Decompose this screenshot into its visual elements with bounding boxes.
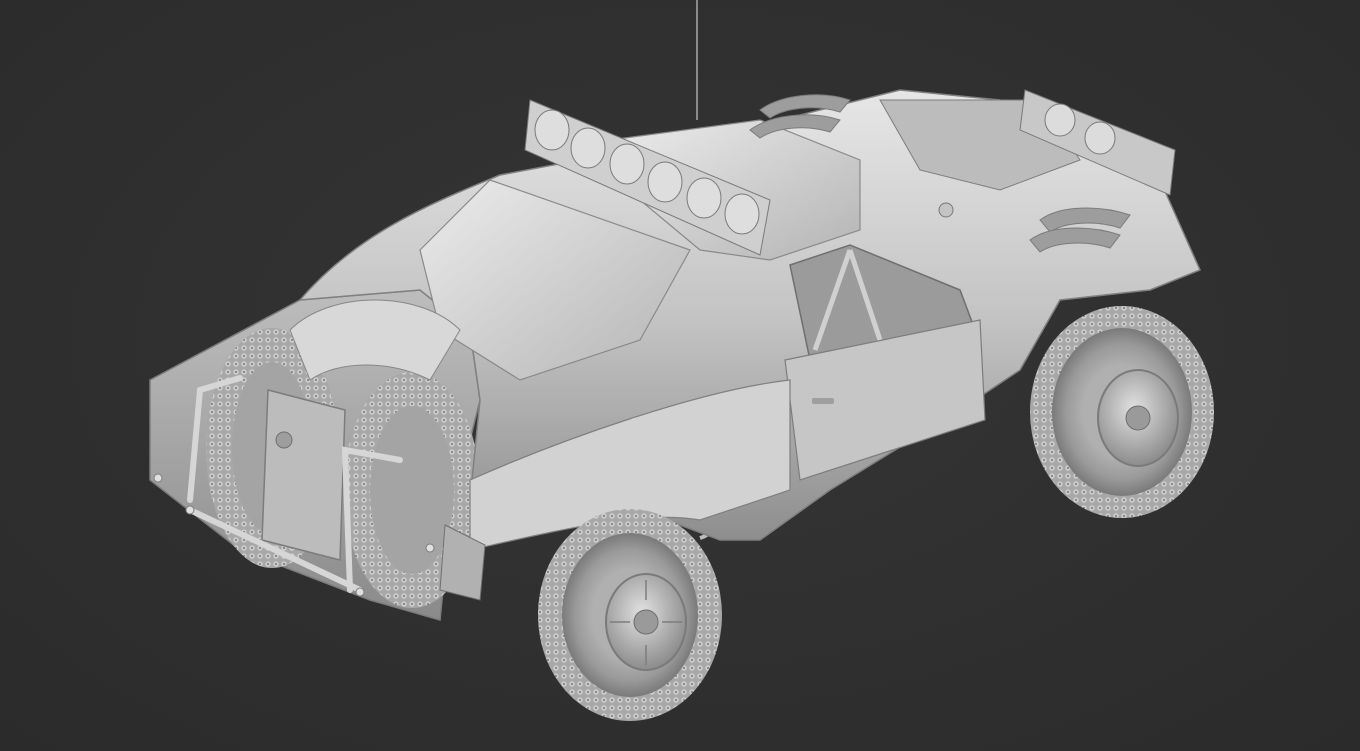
wheel-rear-right	[1030, 306, 1214, 518]
door-handle	[812, 398, 834, 404]
truck-model	[149, 0, 1214, 721]
wheel-front-left	[538, 509, 722, 721]
fuel-cap	[938, 202, 954, 218]
3d-viewport[interactable]	[0, 0, 1360, 751]
tailgate-ring	[275, 431, 293, 449]
tailgate-panel	[261, 389, 346, 561]
